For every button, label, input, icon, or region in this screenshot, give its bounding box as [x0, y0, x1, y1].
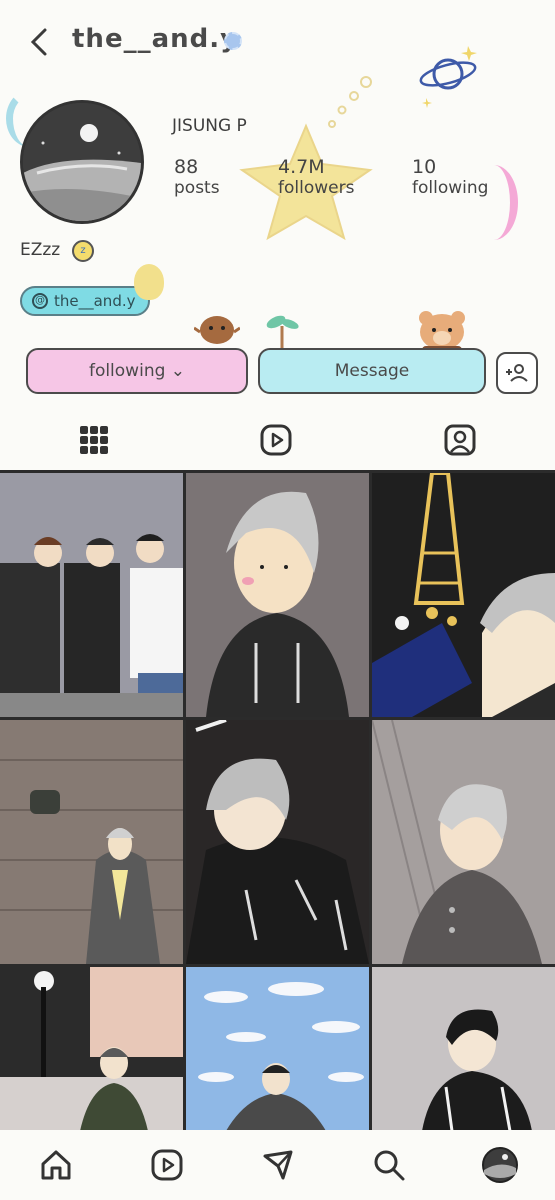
home-icon [41, 1150, 70, 1180]
following-count: 10 [412, 156, 437, 178]
posts-grid [0, 470, 555, 1131]
tab-posts-grid[interactable] [74, 420, 114, 460]
verified-badge-icon [224, 32, 242, 50]
post-thumbnail[interactable] [372, 720, 555, 964]
suggest-user-button[interactable] [496, 352, 538, 394]
tab-reels[interactable] [256, 420, 296, 460]
chick-doodle [134, 264, 164, 300]
add-user-icon [506, 364, 528, 382]
following-label: following [412, 178, 489, 198]
following-stat[interactable]: 10 following [412, 156, 488, 198]
post-thumbnail[interactable] [0, 967, 183, 1131]
followers-stat[interactable]: 4.7M followers [278, 156, 354, 198]
planet-doodle-icon [419, 46, 477, 108]
post-illustration-streetlamp [0, 967, 183, 1131]
post-thumbnail[interactable] [0, 473, 183, 717]
plant-doodle [266, 315, 299, 348]
post-illustration-bouquet [372, 473, 555, 717]
threads-icon: @ [32, 293, 48, 309]
post-thumbnail[interactable] [372, 473, 555, 717]
chevron-left-icon [30, 28, 47, 56]
nav-profile[interactable] [479, 1144, 521, 1186]
post-illustration-sky [186, 967, 369, 1131]
post-illustration-jacket [186, 720, 369, 964]
followers-count: 4.7M [278, 156, 325, 178]
cookie-character-doodle [194, 316, 240, 344]
profile-display-name: JISUNG P [172, 116, 247, 136]
post-illustration-group [0, 473, 183, 717]
posts-stat[interactable]: 88 posts [174, 156, 220, 198]
followers-label: followers [278, 178, 355, 198]
profile-username: the__and.y [72, 24, 239, 54]
threads-link-label: the__and.y [54, 292, 136, 310]
nav-reels[interactable] [146, 1144, 188, 1186]
reels-icon [260, 424, 292, 456]
bottom-navigation [0, 1130, 555, 1200]
post-thumbnail[interactable] [186, 473, 369, 717]
tagged-person-icon [444, 424, 476, 456]
profile-avatar[interactable] [20, 100, 144, 224]
following-button[interactable]: following ⌄ [26, 348, 248, 394]
post-illustration-room [372, 720, 555, 964]
sleeping-face-icon: z [72, 240, 94, 262]
message-button[interactable]: Message [258, 348, 486, 394]
explore-icon [263, 1150, 292, 1180]
posts-count: 88 [174, 156, 199, 178]
tab-tagged[interactable] [440, 420, 480, 460]
post-illustration-tracksuit [372, 967, 555, 1131]
profile-bio: EZzz [20, 240, 61, 260]
post-thumbnail[interactable] [0, 720, 183, 964]
nav-explore[interactable] [257, 1144, 299, 1186]
post-thumbnail[interactable] [372, 967, 555, 1131]
post-illustration-portrait [186, 473, 369, 717]
reels-icon [151, 1149, 182, 1181]
post-thumbnail[interactable] [186, 967, 369, 1131]
nav-search[interactable] [368, 1144, 410, 1186]
profile-avatar-icon [481, 1147, 518, 1183]
post-illustration-wall [0, 720, 183, 964]
posts-label: posts [174, 178, 220, 198]
post-thumbnail[interactable] [186, 720, 369, 964]
grid-icon [80, 426, 108, 454]
search-icon [374, 1150, 404, 1181]
threads-link-chip[interactable]: @ the__and.y [20, 286, 150, 316]
back-button[interactable] [24, 24, 54, 60]
nav-home[interactable] [35, 1144, 77, 1186]
avatar-moon-illustration [23, 103, 141, 221]
